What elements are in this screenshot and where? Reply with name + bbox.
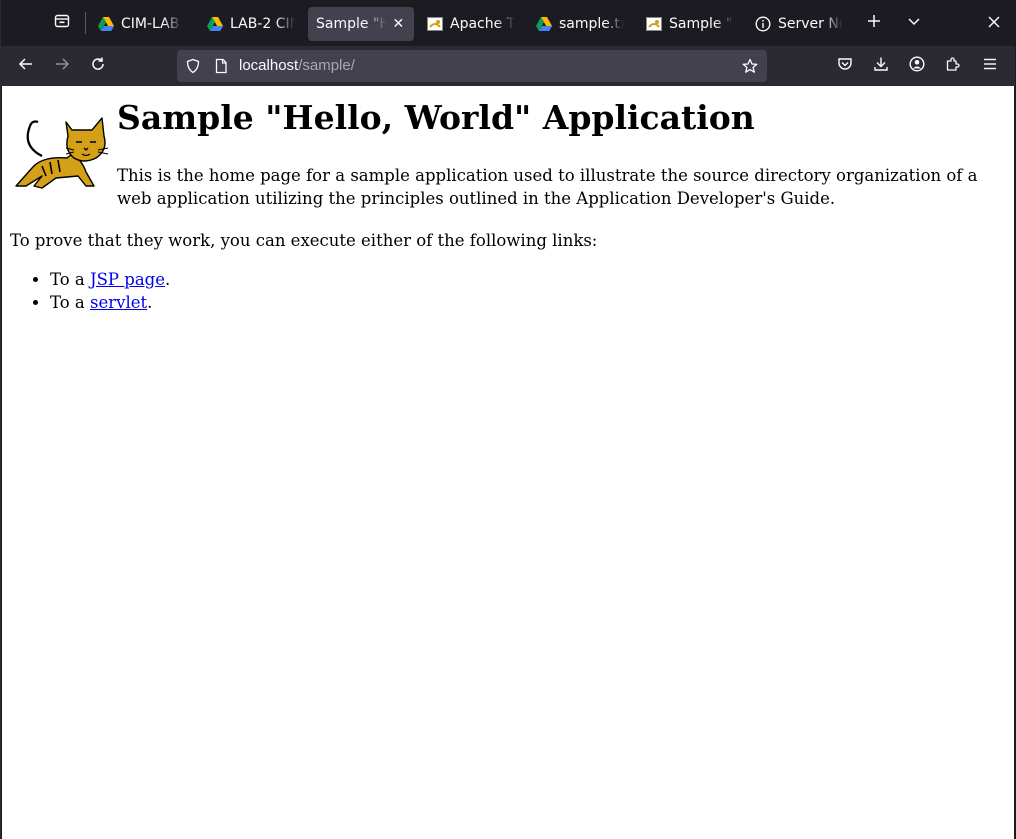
tomcat-logo (12, 116, 116, 192)
google-drive-icon (207, 16, 223, 32)
close-icon (987, 14, 1001, 33)
firefox-view-icon (54, 13, 70, 33)
tab-title: Server No (778, 16, 843, 32)
url-path: /sample/ (298, 57, 355, 74)
page-icon[interactable] (213, 58, 229, 78)
tab-sample-hello-2[interactable]: Sample "H (638, 7, 742, 41)
back-button[interactable] (12, 52, 40, 80)
intro-paragraph: This is the home page for a sample appli… (117, 166, 978, 208)
tab-server-not-found[interactable]: Server No (747, 7, 851, 41)
plus-icon (866, 13, 882, 33)
pocket-icon (837, 56, 853, 76)
account-icon (909, 56, 925, 76)
firefox-view-button[interactable] (48, 8, 76, 38)
close-window-button[interactable] (980, 8, 1008, 38)
servlet-link[interactable]: servlet (90, 293, 147, 312)
navigation-toolbar: localhost/sample/ (1, 46, 1015, 86)
hamburger-icon (982, 56, 998, 76)
new-tab-button[interactable] (860, 8, 888, 38)
list-item-jsp: To a JSP page. (50, 268, 170, 291)
tab-sample-txt[interactable]: sample.txt (528, 7, 632, 41)
pocket-button[interactable] (831, 52, 859, 80)
google-drive-icon (536, 16, 552, 32)
forward-button[interactable] (48, 52, 76, 80)
page-title: Sample "Hello, World" Application (117, 98, 755, 137)
tab-sample-hello-active[interactable]: Sample "He ✕ (308, 7, 414, 41)
reload-icon (90, 56, 106, 76)
url-host: localhost (239, 57, 299, 74)
tab-title: LAB-2 CIM (230, 16, 295, 32)
star-icon[interactable] (742, 58, 758, 78)
tab-strip: CIM-LAB1 LAB-2 CIM Sample "He ✕ Apache T… (1, 0, 1015, 46)
arrow-left-icon (18, 56, 34, 76)
extensions-button[interactable] (939, 52, 967, 80)
instructions-paragraph: To prove that they work, you can execute… (10, 231, 598, 250)
reload-button[interactable] (84, 52, 112, 80)
puzzle-icon (945, 56, 961, 76)
tab-apache-tomcat[interactable]: Apache To (419, 7, 523, 41)
shield-icon[interactable] (185, 58, 201, 78)
close-tab-icon[interactable]: ✕ (391, 16, 406, 32)
jsp-page-link[interactable]: JSP page (90, 270, 165, 289)
download-icon (873, 56, 889, 76)
list-all-tabs-button[interactable] (900, 8, 928, 38)
address-bar[interactable]: localhost/sample/ (177, 50, 767, 82)
info-icon (755, 16, 771, 32)
chevron-down-icon (906, 13, 922, 33)
browser-window: CIM-LAB1 LAB-2 CIM Sample "He ✕ Apache T… (0, 0, 1015, 839)
list-item-suffix: . (165, 270, 171, 289)
list-item-prefix: To a (50, 293, 90, 312)
page-content: Sample "Hello, World" Application This i… (2, 86, 1014, 839)
tab-title: Apache To (450, 16, 515, 32)
list-item-prefix: To a (50, 270, 90, 289)
list-item-suffix: . (147, 293, 153, 312)
downloads-button[interactable] (867, 52, 895, 80)
account-button[interactable] (903, 52, 931, 80)
tab-title: CIM-LAB1 (121, 16, 182, 32)
tab-title: Sample "H (669, 16, 734, 32)
tomcat-icon (646, 16, 662, 32)
url-text[interactable]: localhost/sample/ (239, 57, 355, 74)
google-drive-icon (98, 16, 114, 32)
arrow-right-icon (54, 56, 70, 76)
tab-title: sample.txt (559, 16, 624, 32)
links-list: To a JSP page. To a servlet. (10, 268, 170, 314)
menu-button[interactable] (976, 52, 1004, 80)
tab-title: Sample "He (316, 16, 387, 32)
tab-lab-2-cim[interactable]: LAB-2 CIM (199, 7, 303, 41)
tab-cim-lab1[interactable]: CIM-LAB1 (90, 7, 190, 41)
list-item-servlet: To a servlet. (50, 291, 170, 314)
tomcat-icon (427, 16, 443, 32)
